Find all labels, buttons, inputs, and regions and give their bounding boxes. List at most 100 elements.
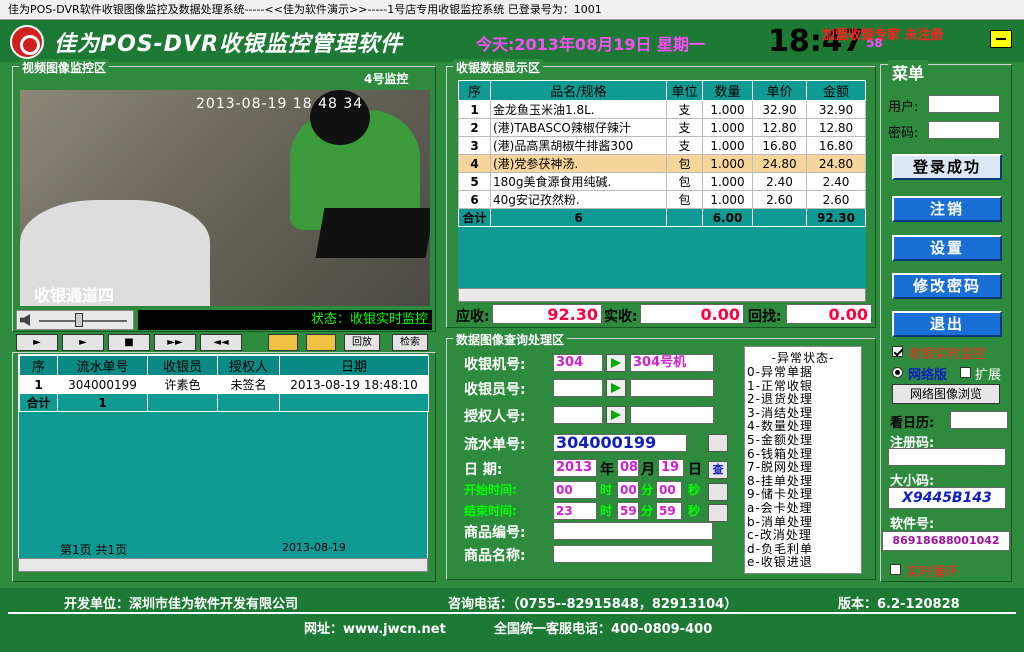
- password-label: 密码:: [888, 126, 919, 141]
- date-label: 日 期:: [464, 462, 503, 478]
- volume-slider[interactable]: [16, 310, 134, 330]
- play-button[interactable]: ►: [16, 334, 58, 351]
- cell: 2013-08-19 18:48:10: [279, 375, 429, 394]
- sum-label: 合计: [19, 393, 58, 412]
- end-time-label: 结束时间:: [464, 504, 517, 518]
- year-input[interactable]: 2013: [553, 459, 597, 477]
- table-row[interactable]: 6 40g安记孜然粉. 包 1.000 2.60 2.60: [458, 190, 866, 209]
- minimize-button[interactable]: [990, 30, 1012, 48]
- end-minute-input[interactable]: 59: [617, 502, 639, 520]
- register-input[interactable]: 304: [553, 354, 603, 372]
- regcode-input[interactable]: [888, 448, 1006, 466]
- col-header[interactable]: 序: [458, 80, 491, 101]
- realtime-checkbox[interactable]: [892, 346, 903, 357]
- item-code-input[interactable]: [553, 522, 713, 540]
- fast-forward-button[interactable]: ►►: [154, 334, 196, 351]
- day-input[interactable]: 19: [658, 459, 684, 477]
- col-header[interactable]: 数量: [702, 80, 753, 101]
- stop-button[interactable]: ■: [108, 334, 150, 351]
- cashier-go-icon[interactable]: [606, 379, 626, 397]
- zoom-icon[interactable]: [708, 483, 728, 501]
- phone-info: 咨询电话：（0755--82915848，82913104）: [448, 597, 738, 612]
- logout-button[interactable]: 注销: [892, 196, 1002, 222]
- playback-controls: ► ► ■ ►► ◄◄ 回放 检索: [16, 334, 430, 352]
- play-button-2[interactable]: ►: [62, 334, 104, 351]
- col-header[interactable]: 收银员: [147, 355, 218, 376]
- col-header[interactable]: 单价: [752, 80, 807, 101]
- volume-track: [39, 320, 127, 322]
- register-select[interactable]: 304号机: [630, 354, 714, 372]
- auth-go-icon[interactable]: [606, 406, 626, 424]
- settings-button[interactable]: 设置: [892, 235, 1002, 261]
- exit-button[interactable]: 退出: [892, 311, 1002, 337]
- record-scrollbar[interactable]: [18, 558, 428, 572]
- table-row[interactable]: 3 (港)品高黑胡椒牛排酱300 支 1.000 16.80 16.80: [458, 136, 866, 155]
- minute-unit: 分: [641, 483, 654, 497]
- login-button[interactable]: 登录成功: [892, 154, 1002, 180]
- loop-checkbox[interactable]: [890, 564, 901, 575]
- realtime-label: 收银实时监控: [908, 347, 987, 362]
- col-header[interactable]: 金额: [806, 80, 866, 101]
- start-time-label: 开始时间:: [464, 483, 517, 497]
- start-minute-input[interactable]: 00: [617, 481, 639, 499]
- start-second-input[interactable]: 00: [656, 481, 682, 499]
- col-header[interactable]: 日期: [279, 355, 429, 376]
- calendar-input[interactable]: [950, 411, 1008, 429]
- cash-scrollbar[interactable]: [458, 288, 866, 302]
- minute-unit: 分: [641, 504, 654, 518]
- end-hour-input[interactable]: 23: [553, 502, 597, 520]
- snapshot-icon[interactable]: [268, 334, 298, 351]
- end-second-input[interactable]: 59: [656, 502, 682, 520]
- query-button[interactable]: 查: [708, 461, 728, 479]
- user-input[interactable]: [928, 95, 1000, 113]
- password-input[interactable]: [928, 121, 1000, 139]
- net-browse-button[interactable]: 网络图像浏览: [892, 384, 1000, 404]
- rewind-button[interactable]: ◄◄: [200, 334, 242, 351]
- col-header[interactable]: 授权人: [217, 355, 280, 376]
- table-row[interactable]: 4 (港)党参茯神汤. 包 1.000 24.80 24.80: [458, 154, 866, 173]
- col-header[interactable]: 流水单号: [57, 355, 148, 376]
- zoom-icon-2[interactable]: [708, 504, 728, 522]
- cell: 1.000: [702, 136, 753, 155]
- register-go-icon[interactable]: [606, 354, 626, 372]
- serial-input[interactable]: 304000199: [553, 434, 687, 452]
- table-row[interactable]: 2 (港)TABASCO辣椒仔辣汁支 1.000 12.80 12.80: [458, 118, 866, 137]
- paid-value: 0.00: [640, 304, 744, 324]
- col-header[interactable]: 序: [19, 355, 58, 376]
- sum-row: 合计 6 6.00 92.30: [458, 208, 866, 227]
- record-icon[interactable]: [306, 334, 336, 351]
- change-password-button[interactable]: 修改密码: [892, 273, 1002, 299]
- ext-checkbox[interactable]: [960, 367, 971, 378]
- print-icon[interactable]: [708, 434, 728, 452]
- exception-item: 2-退货处理: [747, 392, 813, 407]
- cashier-input[interactable]: [553, 379, 603, 397]
- cash-grid[interactable]: 序 品名/规格 单位 数量 单价 金额 1 金龙鱼玉米油1.8L. 支 1.000 32…: [458, 80, 866, 288]
- payment-bar: 应收: 92.30 实收: 0.00 回找: 0.00: [456, 304, 872, 326]
- month-input[interactable]: 08: [617, 459, 639, 477]
- search-button[interactable]: 检索: [392, 334, 428, 351]
- cell: 支: [666, 118, 703, 137]
- cell: 金龙鱼玉米油1.8L.: [490, 100, 667, 119]
- replay-button[interactable]: 回放: [344, 334, 380, 351]
- video-feed[interactable]: [20, 90, 430, 306]
- auth-input[interactable]: [553, 406, 603, 424]
- video-keyboard: [315, 208, 430, 258]
- serial-label: 流水单号:: [464, 437, 526, 453]
- version-info: 版本：6.2-120828: [838, 597, 960, 612]
- volume-knob[interactable]: [75, 313, 83, 327]
- cell: 1: [19, 375, 58, 394]
- record-grid[interactable]: 序 流水单号 收银员 授权人 日期 1 304000199 许素色 未签名 20…: [18, 354, 429, 560]
- cashier-name-field[interactable]: [630, 379, 714, 397]
- table-row[interactable]: 5 180g美食源食用纯碱. 包 1.000 2.40 2.40: [458, 172, 866, 191]
- table-row[interactable]: 1 304000199 许素色 未签名 2013-08-19 18:48:10: [19, 375, 429, 394]
- auth-name-field[interactable]: [630, 406, 714, 424]
- cell: 包: [666, 190, 703, 209]
- net-version-radio[interactable]: [892, 367, 903, 378]
- cell: 2.40: [752, 172, 807, 191]
- item-name-input[interactable]: [553, 545, 713, 563]
- start-hour-input[interactable]: 00: [553, 481, 597, 499]
- col-header[interactable]: 品名/规格: [490, 80, 667, 101]
- exception-item: 0-异常单据: [747, 365, 813, 379]
- table-row[interactable]: 1 金龙鱼玉米油1.8L. 支 1.000 32.90 32.90: [458, 100, 866, 119]
- col-header[interactable]: 单位: [666, 80, 703, 101]
